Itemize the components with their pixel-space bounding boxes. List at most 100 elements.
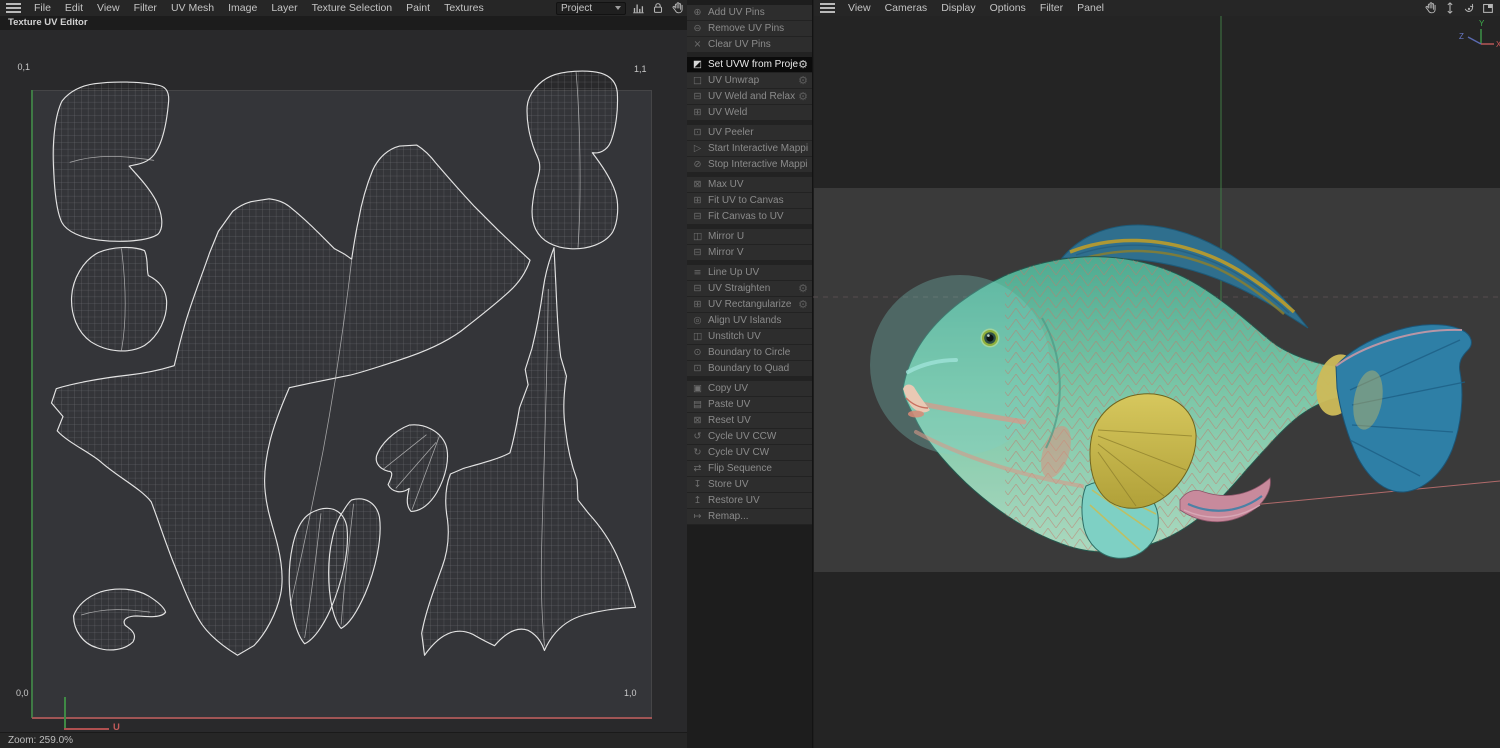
menu-item[interactable]: UV Mesh: [164, 0, 221, 16]
menu-item[interactable]: File: [27, 0, 58, 16]
uv-corner-label-01: 0,1: [17, 62, 30, 72]
viewport-menubar: View Cameras Display Options Filter Panel: [814, 0, 1500, 16]
uv-command-item[interactable]: ≡ Line Up UV: [687, 265, 812, 280]
command-icon: ≡: [693, 267, 702, 278]
uv-corner-label-11: 1,1: [634, 64, 647, 74]
command-label: Flip Sequence: [708, 463, 772, 474]
orbit-rotate-icon[interactable]: [1461, 1, 1477, 15]
uv-command-item[interactable]: ⊟ Mirror V: [687, 245, 812, 260]
command-icon: ↧: [693, 479, 702, 490]
uv-command-item[interactable]: ↺ Cycle UV CCW: [687, 429, 812, 444]
command-icon: ◫: [693, 231, 702, 242]
uv-command-item[interactable]: ↦ Remap...: [687, 509, 812, 524]
fish-model[interactable]: [870, 224, 1472, 559]
maximize-panel-icon[interactable]: [1480, 1, 1496, 15]
command-label: Cycle UV CW: [708, 447, 770, 458]
uv-canvas-area[interactable]: 0,1 1,1 0,0 1,0: [0, 30, 687, 732]
menu-item[interactable]: Filter: [1033, 0, 1070, 16]
pan-hand-icon[interactable]: [1423, 1, 1439, 15]
command-label: Start Interactive Mapping: [708, 143, 808, 154]
menu-item[interactable]: Filter: [127, 0, 164, 16]
pan-hand-icon[interactable]: [670, 1, 686, 15]
command-icon: ⊠: [693, 179, 702, 190]
menu-item[interactable]: View: [841, 0, 878, 16]
command-label: UV Weld: [708, 107, 748, 118]
menu-item[interactable]: View: [90, 0, 127, 16]
uv-command-item[interactable]: ⊕ Add UV Pins: [687, 5, 812, 20]
uv-command-item[interactable]: ⇄ Flip Sequence: [687, 461, 812, 476]
gear-options-icon[interactable]: ⚙: [798, 74, 808, 87]
menu-item[interactable]: Panel: [1070, 0, 1111, 16]
uv-command-item[interactable]: ⊙ Boundary to Circle: [687, 345, 812, 360]
menu-item[interactable]: Edit: [58, 0, 90, 16]
uv-command-item[interactable]: ⊖ Remove UV Pins: [687, 21, 812, 36]
gizmo-x-label: X: [1496, 40, 1500, 49]
uv-command-item[interactable]: ⊞ UV Rectangularize ⚙: [687, 297, 812, 312]
command-icon: ▤: [693, 399, 702, 410]
command-icon: ⊞: [693, 299, 702, 310]
project-dropdown[interactable]: Project: [556, 1, 626, 15]
uv-command-item[interactable]: ⊟ Fit Canvas to UV: [687, 209, 812, 224]
uv-island-head[interactable]: [52, 81, 170, 242]
gear-options-icon[interactable]: ⚙: [798, 90, 808, 103]
uv-editor-menu: File Edit View Filter UV Mesh Image Layer Textu…: [27, 0, 491, 16]
command-label: Reset UV: [708, 415, 751, 426]
uv-island-round[interactable]: [71, 246, 168, 352]
menu-item[interactable]: Textures: [437, 0, 491, 16]
uv-command-item[interactable]: ◩ Set UVW from Projection ⚙: [687, 57, 812, 72]
menu-item[interactable]: Texture Selection: [305, 0, 400, 16]
uv-command-item[interactable]: ▤ Paste UV: [687, 397, 812, 412]
zoom-dolly-icon[interactable]: [1442, 1, 1458, 15]
uv-command-item[interactable]: ⊞ Fit UV to Canvas: [687, 193, 812, 208]
menu-item[interactable]: Layer: [264, 0, 304, 16]
command-icon: ◩: [693, 59, 702, 70]
orientation-gizmo: Y X Z: [1459, 19, 1500, 49]
uv-command-item[interactable]: ⊡ Boundary to Quad: [687, 361, 812, 376]
uv-command-item[interactable]: ◎ Align UV Islands: [687, 313, 812, 328]
uv-command-item[interactable]: ⊟ UV Weld and Relax ⚙: [687, 89, 812, 104]
gear-options-icon[interactable]: ⚙: [798, 58, 808, 71]
lock-icon[interactable]: [650, 1, 666, 15]
command-icon: ⊕: [693, 7, 702, 18]
gear-options-icon[interactable]: ⚙: [798, 298, 808, 311]
command-icon: □: [693, 75, 702, 86]
command-icon: ⊙: [693, 347, 702, 358]
uv-command-item[interactable]: ↻ Cycle UV CW: [687, 445, 812, 460]
command-label: Clear UV Pins: [708, 39, 771, 50]
command-icon: ◎: [693, 315, 702, 326]
texture-uv-editor-panel: File Edit View Filter UV Mesh Image Layer Textu…: [0, 0, 701, 748]
uv-command-item[interactable]: □ UV Unwrap ⚙: [687, 73, 812, 88]
hamburger-menu-icon[interactable]: [6, 3, 21, 13]
command-icon: ⊘: [693, 159, 702, 170]
hamburger-menu-icon[interactable]: [820, 3, 835, 13]
uv-command-item[interactable]: ◫ Unstitch UV: [687, 329, 812, 344]
uv-command-item[interactable]: ⊟ UV Straighten ⚙: [687, 281, 812, 296]
command-icon: ↺: [693, 431, 702, 442]
uv-command-item[interactable]: ◫ Mirror U: [687, 229, 812, 244]
menu-item[interactable]: Options: [983, 0, 1033, 16]
uv-command-item[interactable]: ↥ Restore UV: [687, 493, 812, 508]
viewport-toolbar: [1423, 1, 1496, 15]
command-label: Fit UV to Canvas: [708, 195, 784, 206]
menu-item[interactable]: Display: [934, 0, 982, 16]
uv-command-item[interactable]: ⊠ Reset UV: [687, 413, 812, 428]
command-icon: ⊞: [693, 195, 702, 206]
uv-command-item[interactable]: × Clear UV Pins: [687, 37, 812, 52]
uv-command-item[interactable]: ⊠ Max UV: [687, 177, 812, 192]
uv-island-top-right[interactable]: [526, 70, 619, 250]
gizmo-z-label: Z: [1459, 32, 1464, 41]
uv-command-item[interactable]: ⊘ Stop Interactive Mapping: [687, 157, 812, 172]
menu-item[interactable]: Cameras: [878, 0, 935, 16]
uv-island-fin-leaf[interactable]: [375, 424, 449, 513]
uv-command-item[interactable]: ⊡ UV Peeler: [687, 125, 812, 140]
uv-command-item[interactable]: ▣ Copy UV: [687, 381, 812, 396]
uv-island-claw[interactable]: [72, 588, 167, 651]
histogram-icon[interactable]: [630, 1, 646, 15]
command-icon: ⊟: [693, 211, 702, 222]
gear-options-icon[interactable]: ⚙: [798, 282, 808, 295]
menu-item[interactable]: Image: [221, 0, 264, 16]
uv-command-item[interactable]: ⊞ UV Weld: [687, 105, 812, 120]
menu-item[interactable]: Paint: [399, 0, 437, 16]
uv-command-item[interactable]: ↧ Store UV: [687, 477, 812, 492]
uv-command-item[interactable]: ▷ Start Interactive Mapping: [687, 141, 812, 156]
